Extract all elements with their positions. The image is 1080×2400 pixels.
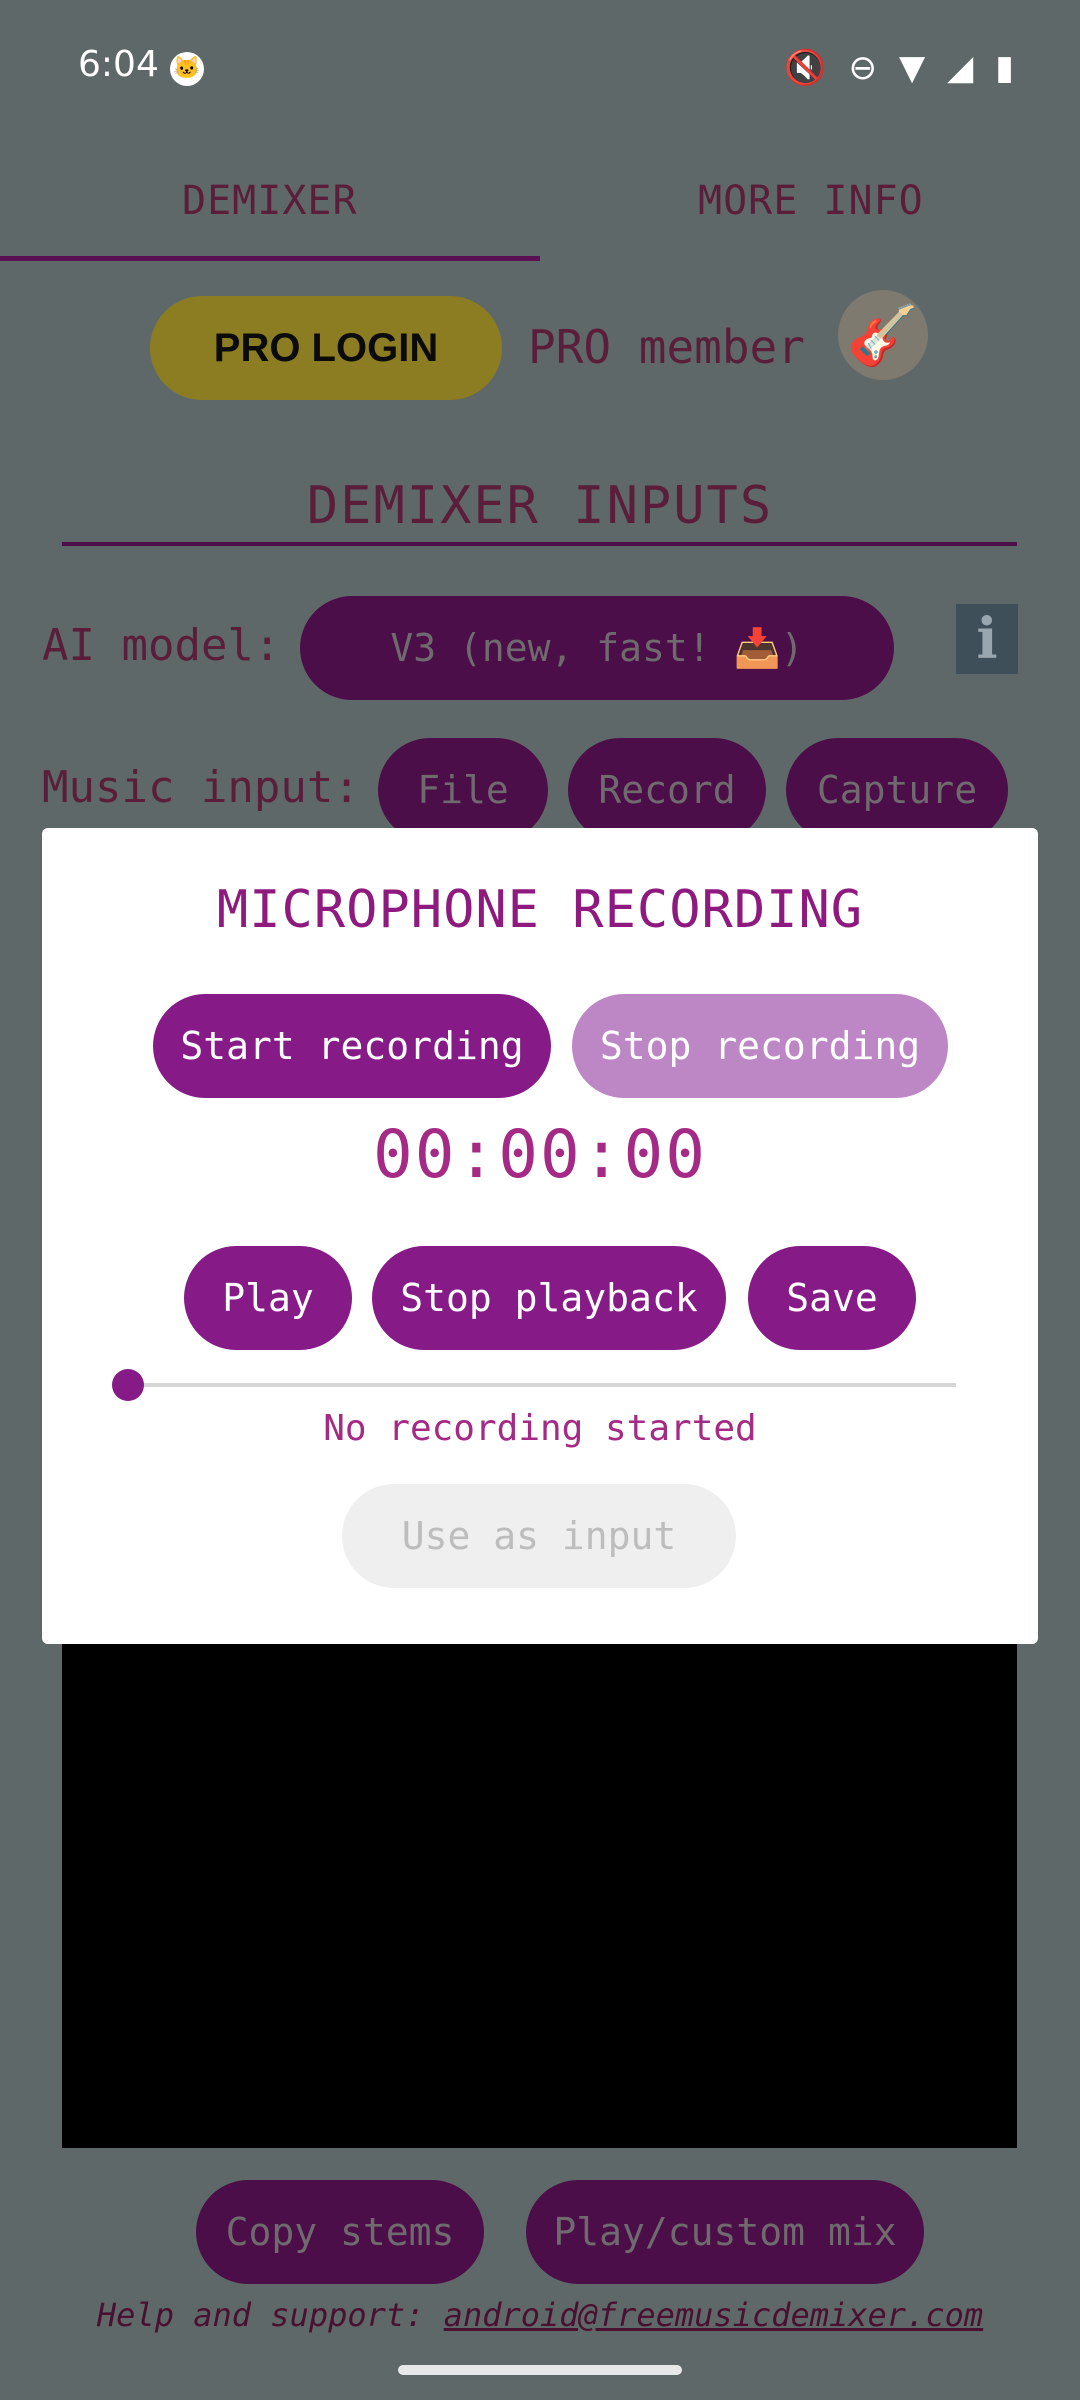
section-divider <box>62 542 1017 546</box>
section-title: DEMIXER INPUTS <box>306 476 774 536</box>
mute-icon: 🔇 <box>784 48 827 88</box>
dialog-title: MICROPHONE RECORDING <box>216 880 864 940</box>
pro-login-button[interactable]: PRO LOGIN <box>150 296 502 400</box>
play-button[interactable]: Play <box>184 1246 352 1350</box>
recording-status: No recording started <box>323 1408 757 1449</box>
tab-demixer[interactable]: DEMIXER <box>182 178 358 224</box>
waveform-area <box>62 1640 1017 2148</box>
record-button[interactable]: Record <box>568 738 766 842</box>
play-custom-mix-button[interactable]: Play/custom mix <box>526 2180 924 2284</box>
save-button[interactable]: Save <box>748 1246 916 1350</box>
music-input-label: Music input: <box>42 762 360 813</box>
guitar-avatar-icon[interactable]: 🎸 <box>838 290 928 380</box>
copy-stems-button[interactable]: Copy stems <box>196 2180 484 2284</box>
microphone-recording-dialog: MICROPHONE RECORDING Start recording Sto… <box>42 828 1038 1644</box>
signal-icon: ◢ <box>947 48 974 88</box>
file-button[interactable]: File <box>378 738 548 842</box>
ai-model-label: AI model: <box>42 620 281 671</box>
battery-icon: ▮ <box>995 48 1014 88</box>
help-prefix: Help and support: <box>96 2296 444 2334</box>
recording-timer: 00:00:00 <box>373 1116 707 1193</box>
capture-button[interactable]: Capture <box>786 738 1008 842</box>
tab-more-info[interactable]: MORE INFO <box>698 178 924 224</box>
cat-icon: 🐱 <box>170 52 204 86</box>
use-as-input-button[interactable]: Use as input <box>342 1484 736 1588</box>
ai-model-select[interactable]: V3 (new, fast! 📥) <box>300 596 894 700</box>
info-icon[interactable]: i <box>956 604 1018 674</box>
dnd-icon: ⊖ <box>848 48 877 88</box>
home-indicator[interactable] <box>398 2365 682 2375</box>
help-text: Help and support: android@freemusicdemix… <box>0 2296 1080 2334</box>
status-icons: 🔇 ⊖ ▼ ◢ ▮ <box>784 48 1014 88</box>
playback-slider[interactable] <box>126 1383 956 1387</box>
slider-thumb[interactable] <box>112 1369 144 1401</box>
tab-indicator <box>0 256 540 261</box>
support-email-link[interactable]: android@freemusicdemixer.com <box>444 2296 983 2334</box>
status-time: 6:04 <box>78 44 159 85</box>
stop-playback-button[interactable]: Stop playback <box>372 1246 726 1350</box>
wifi-icon: ▼ <box>898 48 926 88</box>
start-recording-button[interactable]: Start recording <box>153 994 551 1098</box>
pro-member-text: PRO member <box>528 320 805 374</box>
stop-recording-button[interactable]: Stop recording <box>572 994 948 1098</box>
